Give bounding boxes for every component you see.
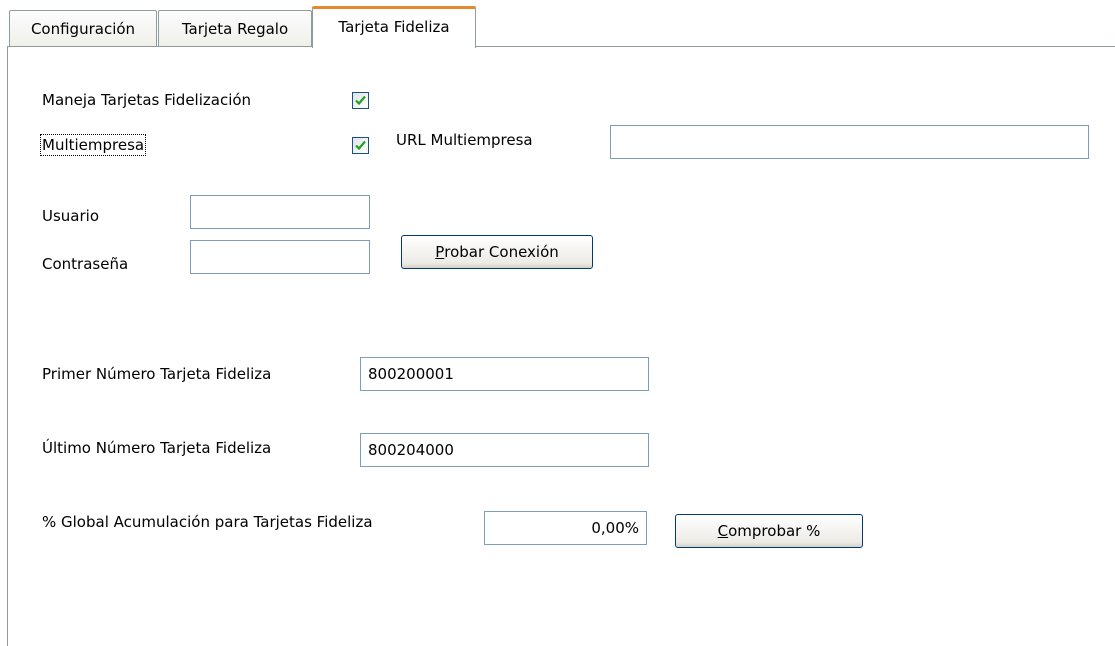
global-acumulacion-input[interactable] (484, 511, 647, 545)
password-label: Contraseña (42, 255, 129, 273)
primer-numero-label: Primer Número Tarjeta Fideliza (42, 365, 272, 383)
probar-mnemonic: P (435, 243, 445, 261)
ultimo-numero-label: Último Número Tarjeta Fideliza (42, 439, 272, 457)
usuario-label: Usuario (42, 207, 100, 225)
probar-conexion-button[interactable]: Probar Conexión (401, 235, 593, 269)
checkmark-icon (355, 95, 366, 106)
ultimo-numero-input[interactable] (360, 433, 649, 467)
comprobar-mnemonic: C (717, 522, 729, 540)
probar-label: robar Conexión (444, 243, 559, 261)
multiempresa-label: Multiempresa (39, 134, 147, 156)
checkmark-icon (355, 140, 366, 151)
tab-label: Tarjeta Fideliza (338, 18, 450, 36)
usuario-input[interactable] (190, 195, 370, 229)
tab-label: Tarjeta Regalo (181, 20, 289, 38)
url-multiempresa-label: URL Multiempresa (396, 131, 533, 149)
url-multiempresa-input[interactable] (610, 125, 1089, 159)
global-acumulacion-label: % Global Acumulación para Tarjetas Fidel… (42, 513, 373, 531)
primer-numero-input[interactable] (360, 357, 649, 391)
comprobar-label: omprobar % (728, 522, 821, 540)
tab-tarjeta-fideliza[interactable]: Tarjeta Fideliza (312, 6, 476, 48)
tab-label: Configuración (30, 20, 136, 38)
tab-configuracion[interactable]: Configuración (9, 10, 157, 46)
tab-tarjeta-regalo[interactable]: Tarjeta Regalo (158, 10, 312, 46)
multiempresa-checkbox[interactable] (352, 137, 369, 154)
maneja-checkbox[interactable] (352, 92, 369, 109)
password-input[interactable] (190, 240, 370, 274)
maneja-label: Maneja Tarjetas Fidelización (42, 91, 252, 109)
comprobar-button[interactable]: Comprobar % (675, 514, 863, 548)
tab-panel: Maneja Tarjetas Fidelización Multiempres… (7, 46, 1115, 646)
